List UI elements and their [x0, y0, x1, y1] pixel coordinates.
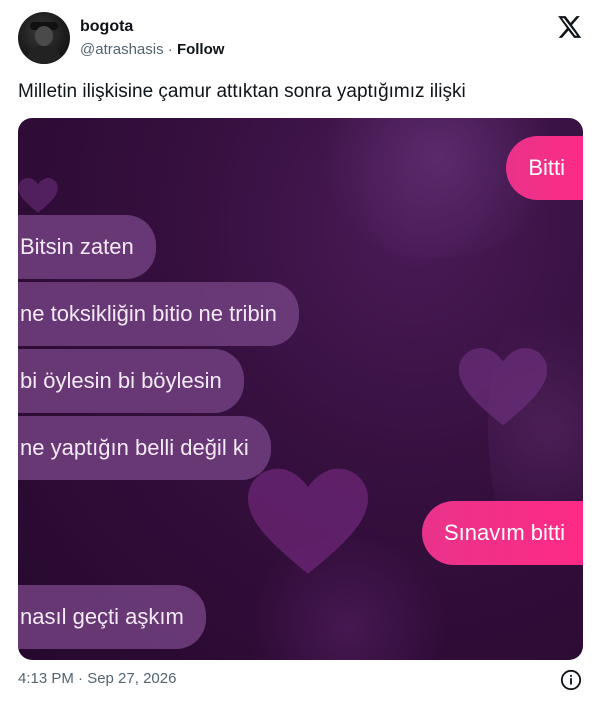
- handle-separator: ·: [167, 41, 173, 58]
- author-handle-line: @atrashasis · Follow: [80, 41, 224, 58]
- tweet-media-image[interactable]: Bitti Bitsin zaten ne toksikliğin bitio …: [18, 118, 583, 660]
- tweet-footer: 4:13 PM · Sep 27, 2026: [18, 669, 582, 692]
- chat-bubble-outgoing: Sınavım bitti: [421, 501, 583, 565]
- x-logo-icon[interactable]: [556, 14, 582, 40]
- tweet-header: bogota @atrashasis · Follow: [18, 12, 582, 68]
- chat-bubble-incoming: ne yaptığın belli değil ki: [18, 416, 271, 480]
- follow-button[interactable]: Follow: [177, 41, 225, 58]
- heart-decoration-icon: [18, 178, 58, 213]
- heart-decoration-icon: [248, 468, 368, 574]
- info-icon[interactable]: [560, 669, 582, 691]
- tweet-text: Milletin ilişkisine çamur attıktan sonra…: [18, 81, 466, 102]
- heart-decoration-icon: [458, 348, 548, 426]
- chat-bubble-incoming: ne toksikliğin bitio ne tribin: [18, 282, 299, 346]
- chat-bubble-outgoing: Bitti: [506, 136, 583, 200]
- chat-bubble-incoming: nasıl geçti aşkım: [18, 585, 206, 649]
- chat-bubble-incoming: Bitsin zaten: [18, 215, 156, 279]
- tweet-timestamp[interactable]: 4:13 PM · Sep 27, 2026: [18, 670, 176, 687]
- avatar-body: [27, 46, 61, 64]
- author-display-name[interactable]: bogota: [80, 18, 133, 36]
- chat-bubble-incoming: bi öylesin bi böylesin: [18, 349, 244, 413]
- author-handle[interactable]: @atrashasis: [80, 41, 164, 58]
- avatar-head: [35, 26, 53, 46]
- avatar[interactable]: [18, 12, 70, 64]
